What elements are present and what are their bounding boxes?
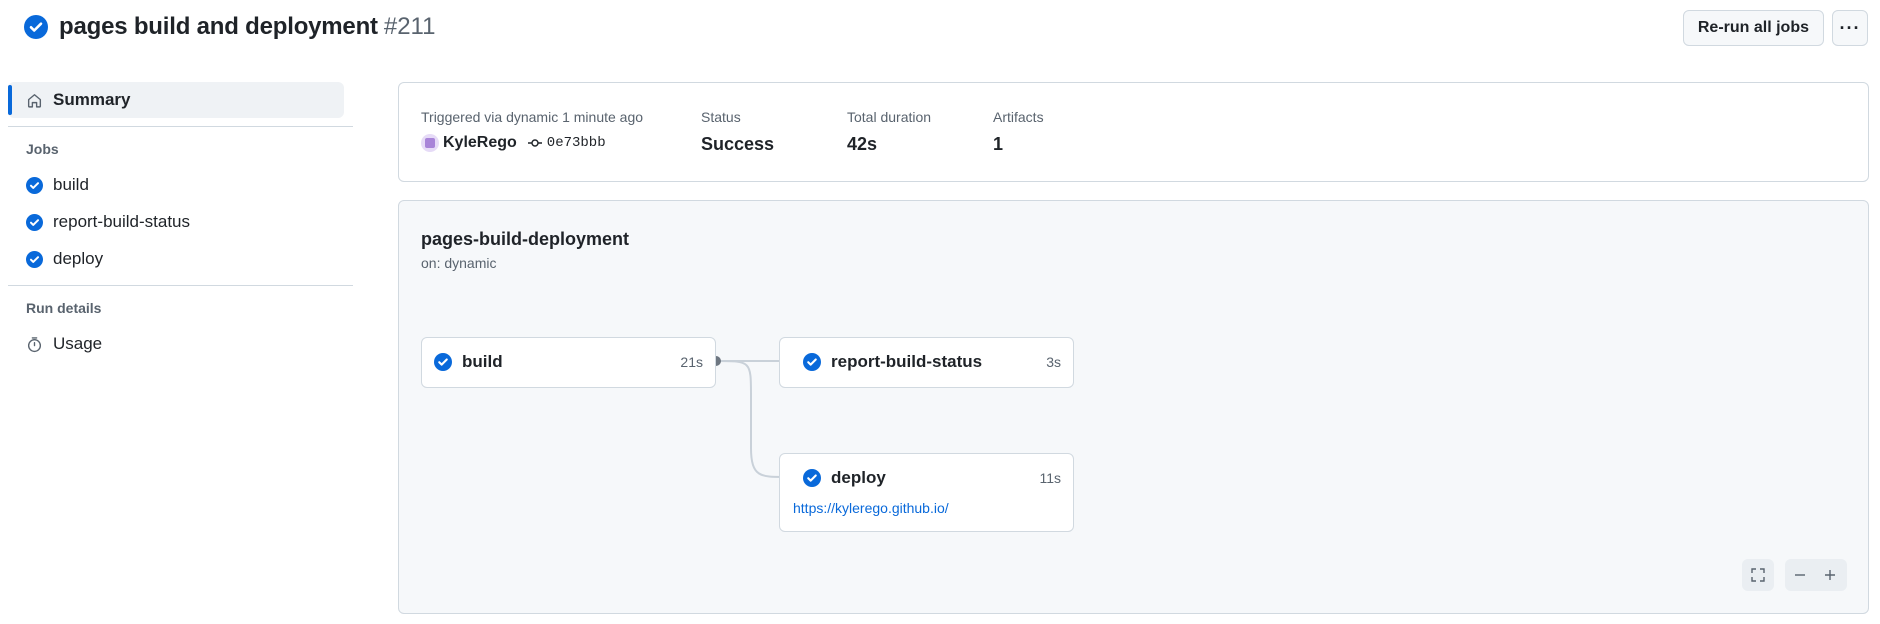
page-title: pages build and deployment	[59, 13, 378, 40]
artifacts-value[interactable]: 1	[993, 134, 1044, 155]
sidebar-item-label: deploy	[53, 249, 104, 268]
commit-link[interactable]: 0e73bbb	[547, 135, 606, 151]
job-node-report-build-status[interactable]: report-build-status 3s	[779, 337, 1074, 388]
sidebar-item-report-build-status[interactable]: report-build-status	[8, 204, 353, 240]
artifacts-label: Artifacts	[993, 109, 1044, 125]
sidebar-item-label: Usage	[53, 334, 103, 353]
header-actions: Re-run all jobs ···	[1682, 10, 1868, 46]
check-circle-icon	[803, 353, 821, 371]
dash-icon	[1795, 574, 1805, 576]
trigger-label: Triggered via dynamic 1 minute ago	[421, 109, 644, 125]
run-number: #211	[383, 13, 436, 40]
actor-link[interactable]: KyleRego	[443, 134, 517, 152]
job-duration: 21s	[680, 354, 703, 370]
fullscreen-control	[1742, 559, 1774, 591]
job-name: report-build-status	[831, 352, 983, 371]
sidebar-item-label: build	[53, 175, 89, 194]
zoom-in-button[interactable]	[1815, 559, 1845, 591]
divider	[8, 285, 353, 286]
deployment-url-link[interactable]: https://kylerego.github.io/	[793, 500, 1073, 516]
plus-icon	[1825, 570, 1835, 580]
status-label: Status	[701, 109, 741, 125]
sidebar-item-label: Summary	[53, 90, 131, 109]
zoom-out-button[interactable]	[1785, 559, 1815, 591]
zoom-controls	[1785, 559, 1847, 591]
git-commit-icon	[527, 139, 542, 147]
sidebar-item-usage[interactable]: Usage	[8, 326, 353, 362]
rerun-all-jobs-button[interactable]: Re-run all jobs	[1682, 10, 1824, 46]
check-circle-icon	[434, 353, 452, 371]
sidebar-item-label: report-build-status	[53, 212, 191, 231]
status-value: Success	[701, 134, 775, 154]
duration-field: Total duration 42s	[847, 109, 931, 155]
run-summary-card: Triggered via dynamic 1 minute ago KyleR…	[398, 82, 1869, 182]
workflow-trigger: on: dynamic	[421, 255, 497, 271]
home-icon	[26, 92, 43, 109]
check-circle-icon	[803, 469, 821, 487]
jobs-heading: Jobs	[26, 141, 59, 157]
run-details-heading: Run details	[26, 300, 102, 316]
more-options-button[interactable]: ···	[1832, 10, 1868, 46]
run-header: pages build and deployment #211 Re-run a…	[24, 10, 1868, 46]
sidebar-item-summary[interactable]: Summary	[8, 82, 344, 118]
avatar[interactable]	[421, 134, 439, 152]
workflow-graph: pages-build-deployment on: dynamic build…	[398, 200, 1869, 614]
stopwatch-icon	[26, 336, 43, 353]
job-node-build[interactable]: build 21s	[421, 337, 716, 388]
sidebar-item-deploy[interactable]: deploy	[8, 241, 353, 277]
check-circle-icon	[26, 250, 43, 268]
sidebar: Summary Jobs build report-build-status d…	[8, 82, 353, 362]
job-duration: 11s	[1039, 470, 1061, 486]
status-field: Status Success	[701, 109, 774, 155]
workflow-name: pages-build-deployment	[421, 229, 630, 249]
job-node-deploy[interactable]: deploy 11s https://kylerego.github.io/	[779, 453, 1074, 532]
artifacts-field: Artifacts 1	[993, 109, 1044, 155]
job-name: build	[462, 352, 503, 371]
sidebar-item-build[interactable]: build	[8, 167, 353, 203]
divider	[8, 126, 353, 127]
duration-label: Total duration	[847, 109, 932, 125]
trigger-field: Triggered via dynamic 1 minute ago KyleR…	[421, 109, 643, 152]
job-connectors	[711, 356, 789, 482]
check-circle-icon	[26, 176, 43, 194]
trigger-row: KyleRego 0e73bbb	[421, 134, 643, 152]
fullscreen-button[interactable]	[1742, 559, 1774, 591]
job-name: deploy	[831, 468, 886, 487]
check-circle-icon	[26, 213, 43, 231]
screen-full-icon	[1751, 568, 1765, 582]
check-circle-icon	[24, 15, 48, 39]
duration-value: 42s	[847, 134, 878, 154]
job-duration: 3s	[1046, 354, 1061, 370]
kebab-horizontal-icon: ···	[1839, 17, 1861, 38]
